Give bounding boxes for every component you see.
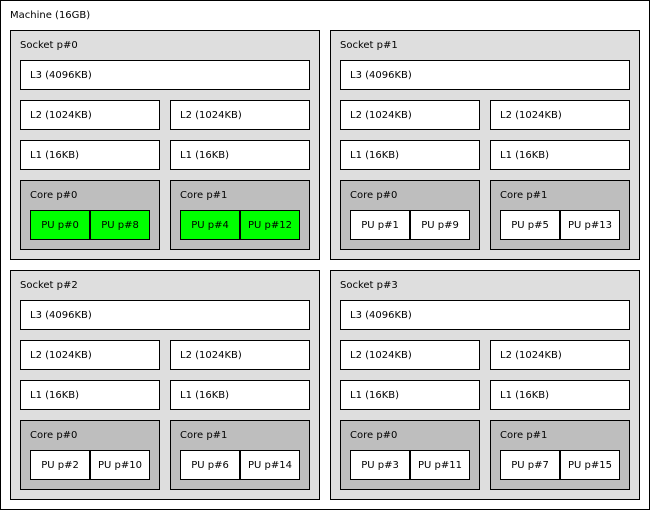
pu: PU p#10	[90, 450, 150, 480]
socket-0: Socket p#0 L3 (4096KB) L2 (1024KB) L2 (1…	[10, 30, 320, 260]
core-1: Core p#1 PU p#7 PU p#15	[490, 420, 630, 490]
pu: PU p#13	[560, 210, 620, 240]
core-label: Core p#1	[500, 430, 548, 441]
pu: PU p#15	[560, 450, 620, 480]
l1-label: L1 (16KB)	[180, 150, 230, 161]
pu: PU p#2	[30, 450, 90, 480]
l1-cache: L1 (16KB)	[340, 140, 480, 170]
pu: PU p#7	[500, 450, 560, 480]
socket-label: Socket p#3	[340, 280, 398, 291]
pu: PU p#1	[350, 210, 410, 240]
machine-label: Machine (16GB)	[10, 10, 91, 21]
l1-cache: L1 (16KB)	[20, 380, 160, 410]
l3-cache: L3 (4096KB)	[340, 60, 630, 90]
l2-cache: L2 (1024KB)	[340, 100, 480, 130]
l2-label: L2 (1024KB)	[350, 110, 412, 121]
core-label: Core p#0	[350, 190, 398, 201]
l2-cache: L2 (1024KB)	[490, 340, 630, 370]
l1-label: L1 (16KB)	[500, 150, 550, 161]
pu-label: PU p#5	[511, 220, 549, 231]
core-1: Core p#1 PU p#4 PU p#12	[170, 180, 310, 250]
l1-label: L1 (16KB)	[350, 390, 400, 401]
pu-label: PU p#10	[98, 460, 142, 471]
l3-cache: L3 (4096KB)	[340, 300, 630, 330]
l1-label: L1 (16KB)	[180, 390, 230, 401]
socket-2: Socket p#2 L3 (4096KB) L2 (1024KB) L2 (1…	[10, 270, 320, 500]
pu: PU p#4	[180, 210, 240, 240]
l3-label: L3 (4096KB)	[350, 310, 412, 321]
socket-3: Socket p#3 L3 (4096KB) L2 (1024KB) L2 (1…	[330, 270, 640, 500]
pu: PU p#3	[350, 450, 410, 480]
l2-label: L2 (1024KB)	[180, 110, 242, 121]
pu: PU p#0	[30, 210, 90, 240]
l3-cache: L3 (4096KB)	[20, 300, 310, 330]
pu-label: PU p#12	[248, 220, 292, 231]
l3-cache: L3 (4096KB)	[20, 60, 310, 90]
core-0: Core p#0 PU p#3 PU p#11	[340, 420, 480, 490]
core-0: Core p#0 PU p#0 PU p#8	[20, 180, 160, 250]
pu-label: PU p#13	[568, 220, 612, 231]
l2-cache: L2 (1024KB)	[170, 100, 310, 130]
l1-cache: L1 (16KB)	[340, 380, 480, 410]
pu: PU p#9	[410, 210, 470, 240]
core-0: Core p#0 PU p#2 PU p#10	[20, 420, 160, 490]
core-label: Core p#1	[180, 190, 228, 201]
l2-label: L2 (1024KB)	[350, 350, 412, 361]
l1-cache: L1 (16KB)	[490, 380, 630, 410]
l3-label: L3 (4096KB)	[30, 70, 92, 81]
pu-label: PU p#4	[191, 220, 229, 231]
l1-label: L1 (16KB)	[350, 150, 400, 161]
core-label: Core p#1	[500, 190, 548, 201]
core-1: Core p#1 PU p#6 PU p#14	[170, 420, 310, 490]
l2-label: L2 (1024KB)	[30, 110, 92, 121]
pu-label: PU p#14	[248, 460, 292, 471]
pu-label: PU p#8	[101, 220, 139, 231]
socket-label: Socket p#2	[20, 280, 78, 291]
pu: PU p#6	[180, 450, 240, 480]
l2-cache: L2 (1024KB)	[20, 340, 160, 370]
pu: PU p#8	[90, 210, 150, 240]
l2-cache: L2 (1024KB)	[490, 100, 630, 130]
core-label: Core p#0	[30, 190, 78, 201]
core-1: Core p#1 PU p#5 PU p#13	[490, 180, 630, 250]
pu: PU p#11	[410, 450, 470, 480]
machine: Machine (16GB) Socket p#0 L3 (4096KB) L2…	[0, 0, 650, 510]
pu-label: PU p#2	[41, 460, 79, 471]
l2-cache: L2 (1024KB)	[170, 340, 310, 370]
l3-label: L3 (4096KB)	[350, 70, 412, 81]
pu-label: PU p#6	[191, 460, 229, 471]
l1-label: L1 (16KB)	[30, 390, 80, 401]
pu-label: PU p#3	[361, 460, 399, 471]
pu-label: PU p#11	[418, 460, 462, 471]
pu-label: PU p#9	[421, 220, 459, 231]
core-0: Core p#0 PU p#1 PU p#9	[340, 180, 480, 250]
l1-cache: L1 (16KB)	[170, 140, 310, 170]
l1-label: L1 (16KB)	[500, 390, 550, 401]
l2-label: L2 (1024KB)	[500, 350, 562, 361]
core-label: Core p#0	[30, 430, 78, 441]
pu: PU p#14	[240, 450, 300, 480]
pu: PU p#12	[240, 210, 300, 240]
l1-cache: L1 (16KB)	[170, 380, 310, 410]
socket-1: Socket p#1 L3 (4096KB) L2 (1024KB) L2 (1…	[330, 30, 640, 260]
l2-cache: L2 (1024KB)	[20, 100, 160, 130]
l1-cache: L1 (16KB)	[490, 140, 630, 170]
l2-label: L2 (1024KB)	[180, 350, 242, 361]
socket-label: Socket p#0	[20, 40, 78, 51]
l3-label: L3 (4096KB)	[30, 310, 92, 321]
l1-cache: L1 (16KB)	[20, 140, 160, 170]
pu-label: PU p#1	[361, 220, 399, 231]
core-label: Core p#0	[350, 430, 398, 441]
pu-label: PU p#7	[511, 460, 549, 471]
pu: PU p#5	[500, 210, 560, 240]
pu-label: PU p#0	[41, 220, 79, 231]
socket-label: Socket p#1	[340, 40, 398, 51]
l1-label: L1 (16KB)	[30, 150, 80, 161]
l2-label: L2 (1024KB)	[30, 350, 92, 361]
core-label: Core p#1	[180, 430, 228, 441]
l2-label: L2 (1024KB)	[500, 110, 562, 121]
pu-label: PU p#15	[568, 460, 612, 471]
l2-cache: L2 (1024KB)	[340, 340, 480, 370]
